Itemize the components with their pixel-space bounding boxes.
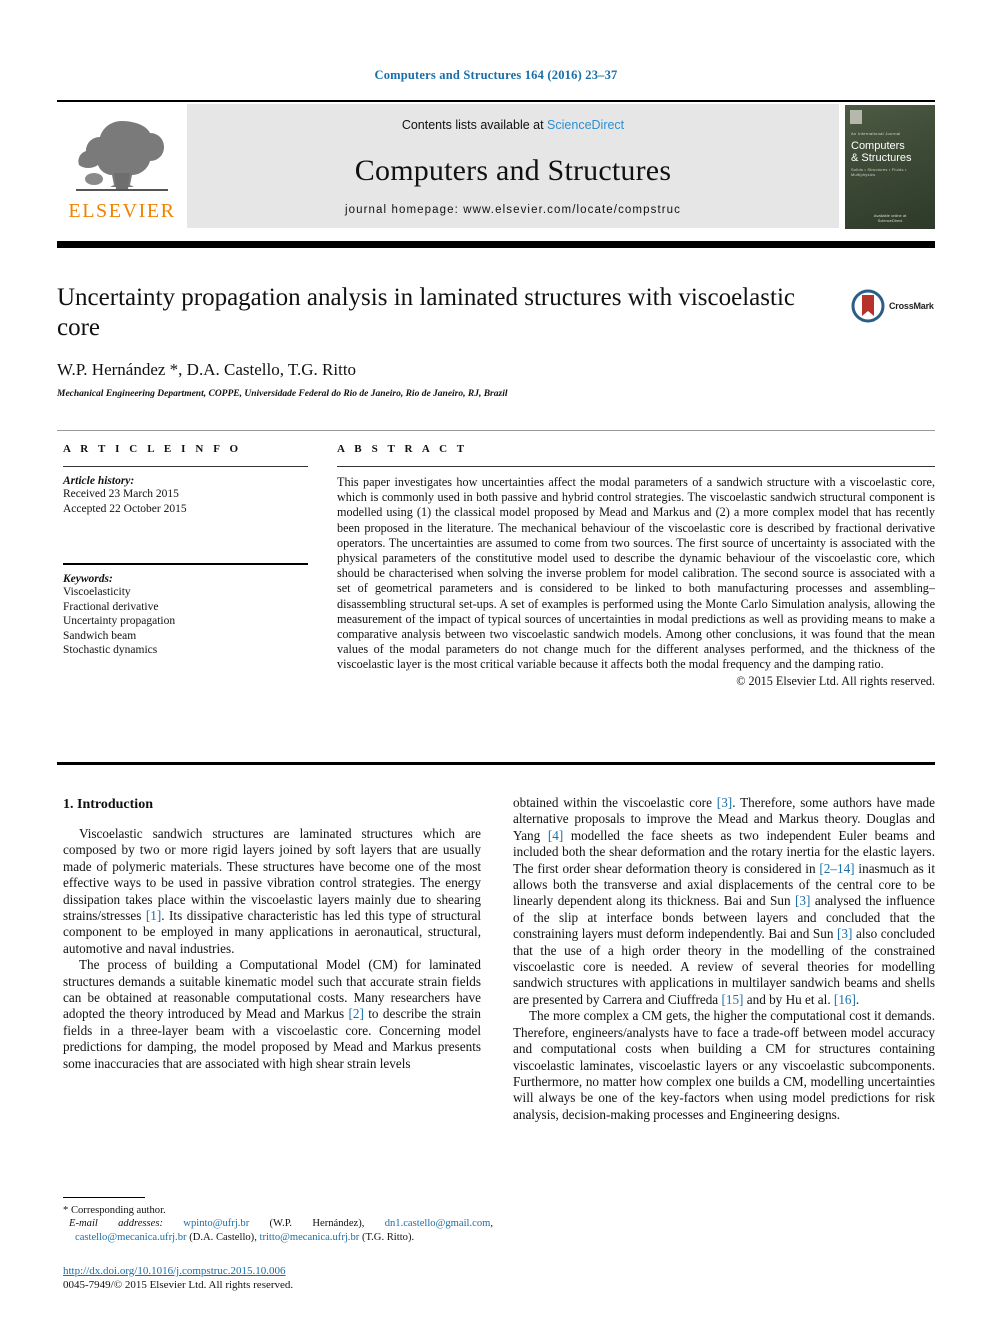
- doi-link[interactable]: http://dx.doi.org/10.1016/j.compstruc.20…: [63, 1264, 493, 1278]
- author-names: W.P. Hernández *, D.A. Castello, T.G. Ri…: [57, 360, 357, 379]
- article-info-heading: A R T I C L E I N F O: [63, 443, 242, 455]
- email-link[interactable]: castello@mecanica.ufrj.br: [75, 1232, 187, 1243]
- email-link[interactable]: wpinto@ufrj.br: [183, 1218, 249, 1229]
- email-owner: (W.P. Hernández): [269, 1218, 362, 1230]
- issn-copyright-line: 0045-7949/© 2015 Elsevier Ltd. All right…: [63, 1279, 294, 1291]
- abstract-heading: A B S T R A C T: [337, 443, 468, 455]
- masthead-center: Contents lists available at ScienceDirec…: [187, 104, 839, 228]
- cover-kicker: An International Journal: [851, 131, 901, 136]
- contents-prefix: Contents lists available at: [401, 118, 548, 132]
- email-owner: (D.A. Castello): [189, 1231, 255, 1243]
- cover-title-line2: & Structures: [851, 152, 912, 164]
- journal-title: Computers and Structures: [354, 154, 672, 187]
- keywords-label: Keywords:: [63, 573, 113, 585]
- citation-ref[interactable]: [4]: [548, 828, 563, 843]
- article-history-received: Received 23 March 2015: [63, 488, 179, 500]
- article-history-accepted: Accepted 22 October 2015: [63, 502, 187, 515]
- corresponding-author-note: * Corresponding author.: [63, 1205, 166, 1216]
- article-history-label: Article history:: [63, 475, 135, 487]
- email-addresses-label: E-mail addresses:: [69, 1218, 164, 1230]
- cover-footer: Available online at ScienceDirect: [845, 213, 935, 223]
- abstract-text: This paper investigates how uncertaintie…: [337, 475, 935, 672]
- cover-title: Computers & Structures: [851, 140, 931, 164]
- abstract-column: A B S T R A C T This paper investigates …: [337, 443, 935, 689]
- elsevier-tree-icon: [76, 121, 168, 191]
- email-addresses-note: E-mail addresses: wpinto@ufrj.br (W.P. H…: [69, 1218, 494, 1243]
- keyword-item: Fractional derivative: [63, 600, 159, 613]
- keyword-item: Viscoelasticity: [63, 586, 131, 598]
- section-heading-introduction: 1. Introduction: [63, 797, 153, 812]
- journal-cover-block: An International Journal Computers & Str…: [839, 102, 935, 230]
- elsevier-logo: ELSEVIER: [57, 102, 187, 230]
- title-block: Uncertainty propagation analysis in lami…: [57, 283, 817, 399]
- article-info-rule: [63, 466, 308, 467]
- citation-ref[interactable]: [3]: [795, 893, 810, 908]
- paragraph: The process of building a Computational …: [63, 957, 481, 1071]
- elsevier-wordmark: ELSEVIER: [68, 200, 176, 222]
- running-head: Computers and Structures 164 (2016) 23–3…: [374, 68, 618, 82]
- crossmark-icon: [851, 289, 885, 323]
- masthead-divider-bar: [57, 241, 935, 248]
- paragraph: The more complex a CM gets, the higher t…: [513, 1008, 935, 1122]
- affiliation: Mechanical Engineering Department, COPPE…: [57, 389, 508, 399]
- email-link[interactable]: tritto@mecanica.ufrj.br: [260, 1232, 360, 1243]
- keyword-item: Stochastic dynamics: [63, 644, 158, 656]
- paragraph: obtained within the viscoelastic core [3…: [513, 795, 936, 1007]
- footnote-rule: [63, 1197, 145, 1198]
- abstract-top-rule: [57, 430, 935, 431]
- citation-ref[interactable]: [2]: [349, 1006, 364, 1021]
- cover-publisher-icon: [850, 110, 862, 124]
- abstract-copyright: © 2015 Elsevier Ltd. All rights reserved…: [736, 673, 935, 688]
- cover-subtitle: Solids • Structures • Fluids • Multiphys…: [851, 167, 907, 177]
- footnote-block: * Corresponding author. E-mail addresses…: [63, 1204, 493, 1244]
- email-link[interactable]: dn1.castello@gmail.com: [385, 1218, 491, 1229]
- citation-ref[interactable]: [1]: [146, 908, 161, 923]
- abstract-rule: [337, 466, 935, 467]
- doi-block: http://dx.doi.org/10.1016/j.compstruc.20…: [63, 1264, 493, 1292]
- keywords-rule: [63, 563, 308, 565]
- author-list: W.P. Hernández *, D.A. Castello, T.G. Ri…: [57, 360, 817, 380]
- journal-cover-thumbnail[interactable]: An International Journal Computers & Str…: [845, 105, 935, 229]
- article-info-column: A R T I C L E I N F O Article history: R…: [63, 443, 308, 658]
- abstract-bottom-rule: [57, 762, 935, 765]
- citation-ref[interactable]: [2–14]: [819, 861, 854, 876]
- page-title: Uncertainty propagation analysis in lami…: [57, 284, 795, 341]
- citation-ref[interactable]: [16]: [834, 992, 856, 1007]
- keyword-item: Sandwich beam: [63, 629, 137, 642]
- body-column-right: obtained within the viscoelastic core [3…: [513, 795, 935, 1123]
- keyword-item: Uncertainty propagation: [63, 615, 176, 627]
- journal-masthead: ELSEVIER Contents lists available at Sci…: [57, 100, 935, 230]
- article-page: Computers and Structures 164 (2016) 23–3…: [0, 0, 992, 1323]
- email-owner: (T.G. Ritto): [361, 1231, 412, 1243]
- cover-footer-line2: ScienceDirect: [877, 218, 903, 223]
- crossmark-badge[interactable]: CrossMark: [851, 288, 937, 324]
- citation-ref[interactable]: [15]: [721, 992, 743, 1007]
- sciencedirect-link[interactable]: ScienceDirect: [547, 118, 624, 132]
- body-column-left: Viscoelastic sandwich structures are lam…: [63, 826, 481, 1072]
- citation-ref[interactable]: [3]: [837, 926, 852, 941]
- paragraph: Viscoelastic sandwich structures are lam…: [63, 826, 481, 956]
- cover-title-line1: Computers: [851, 140, 905, 152]
- crossmark-label: CrossMark: [889, 301, 934, 311]
- contents-available-line: Contents lists available at ScienceDirec…: [402, 118, 624, 132]
- citation-ref[interactable]: [3]: [717, 795, 732, 810]
- journal-homepage[interactable]: journal homepage: www.elsevier.com/locat…: [187, 204, 839, 216]
